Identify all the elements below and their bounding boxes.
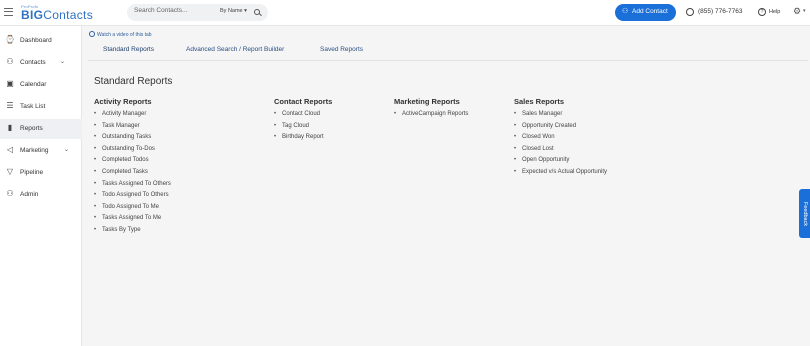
report-link[interactable]: Closed Lost [514,144,607,156]
sidebar-item-dashboard[interactable]: ⌚ Dashboard [0,31,82,51]
phone-number[interactable]: (855) 776-7763 [698,8,742,15]
marketing-icon: ◁ [6,145,14,154]
add-contact-button[interactable]: ⚇ Add Contact [615,4,676,21]
report-link[interactable]: Completed Tasks [94,167,171,179]
gear-icon[interactable]: ⚙ [793,6,801,17]
calendar-icon: ▣ [6,79,14,88]
sidebar-item-marketing[interactable]: ◁ Marketing ⌄ [0,141,82,161]
report-list: Contact Cloud Tag Cloud Birthday Report [274,109,332,144]
sidebar-item-label: Task List [20,102,46,110]
sidebar: ⌚ Dashboard ⚇ Contacts ⌄ ▣ Calendar ☰ Ta… [0,26,82,346]
report-link[interactable]: Tasks Assigned To Others [94,179,171,191]
watch-video-label: Watch a video of this tab [97,32,152,38]
logo-text: BIGContacts [21,8,93,22]
page-title: Standard Reports [94,76,173,87]
add-user-icon: ⚇ [622,8,629,15]
report-link[interactable]: Todo Assigned To Others [94,190,171,202]
sidebar-item-label: Contacts [20,58,46,66]
marketing-reports-column: Marketing Reports ActiveCampaign Reports [394,97,468,121]
reports-icon: ▮ [7,123,13,132]
report-link[interactable]: Task Manager [94,121,171,133]
report-link[interactable]: Expected v/s Actual Opportunity [514,167,607,179]
sidebar-item-admin[interactable]: ⚇ Admin [0,185,82,205]
search-input[interactable]: Search Contacts... [134,7,187,14]
top-bar: ProProfs BIGContacts Search Contacts... … [0,0,810,26]
menu-icon[interactable] [4,8,13,16]
sidebar-item-reports[interactable]: ▮ Reports [0,119,82,139]
contact-reports-column: Contact Reports Contact Cloud Tag Cloud … [274,97,332,144]
sales-reports-column: Sales Reports Sales Manager Opportunity … [514,97,607,179]
column-title: Activity Reports [94,97,152,106]
feedback-label: Feedback [802,201,808,227]
report-link[interactable]: Tasks Assigned To Me [94,213,171,225]
column-title: Sales Reports [514,97,565,106]
search-by-dropdown[interactable]: By Name ▾ [220,8,247,14]
report-link[interactable]: Todo Assigned To Me [94,202,171,214]
sidebar-item-label: Dashboard [20,36,52,44]
report-link[interactable]: Tasks By Type [94,225,171,237]
sidebar-item-label: Admin [20,190,39,198]
column-title: Marketing Reports [394,97,460,106]
add-contact-label: Add Contact [632,8,668,15]
sidebar-item-calendar[interactable]: ▣ Calendar [0,75,82,95]
logo[interactable]: ProProfs BIGContacts [21,4,106,22]
chevron-down-icon[interactable]: ▾ [803,8,806,14]
tabs-divider [88,60,808,61]
report-list: Activity Manager Task Manager Outstandin… [94,109,171,237]
chevron-down-icon[interactable]: ⌄ [64,146,69,153]
tab-standard-reports[interactable]: Standard Reports [103,46,169,61]
report-link[interactable]: Opportunity Created [514,121,607,133]
sidebar-item-label: Reports [20,124,43,132]
sidebar-item-label: Marketing [20,146,49,154]
report-link[interactable]: Sales Manager [514,109,607,121]
feedback-tab[interactable]: Feedback [799,189,810,238]
report-list: Sales Manager Opportunity Created Closed… [514,109,607,179]
sidebar-item-contacts[interactable]: ⚇ Contacts ⌄ [0,53,82,73]
report-link[interactable]: Outstanding Tasks [94,132,171,144]
phone-icon[interactable] [686,8,694,16]
play-icon [89,31,95,37]
report-link[interactable]: Birthday Report [274,132,332,144]
search-bar[interactable]: Search Contacts... By Name ▾ [127,4,268,21]
report-link[interactable]: Activity Manager [94,109,171,121]
report-link[interactable]: Tag Cloud [274,121,332,133]
sidebar-item-label: Calendar [20,80,47,88]
contacts-icon: ⚇ [6,57,14,66]
sidebar-item-task-list[interactable]: ☰ Task List [0,97,82,117]
help-icon[interactable]: ? [758,8,766,16]
report-link[interactable]: Contact Cloud [274,109,332,121]
activity-reports-column: Activity Reports Activity Manager Task M… [94,97,171,237]
column-title: Contact Reports [274,97,333,106]
report-link[interactable]: Completed Todos [94,155,171,167]
help-link[interactable]: Help [769,9,780,15]
main-content: Watch a video of this tab Standard Repor… [83,26,810,346]
report-list: ActiveCampaign Reports [394,109,468,121]
admin-icon: ⚇ [6,189,14,198]
report-link[interactable]: ActiveCampaign Reports [394,109,468,121]
task-list-icon: ☰ [6,101,14,110]
report-link[interactable]: Open Opportunity [514,155,607,167]
watch-video-link[interactable]: Watch a video of this tab [89,31,152,38]
chevron-down-icon[interactable]: ⌄ [60,58,65,65]
pipeline-icon: ▽ [6,167,14,176]
sidebar-item-pipeline[interactable]: ▽ Pipeline [0,163,82,183]
report-link[interactable]: Closed Won [514,132,607,144]
search-icon[interactable] [254,9,260,15]
dashboard-icon: ⌚ [5,35,15,44]
report-link[interactable]: Outstanding To-Dos [94,144,171,156]
sidebar-item-label: Pipeline [20,168,44,176]
